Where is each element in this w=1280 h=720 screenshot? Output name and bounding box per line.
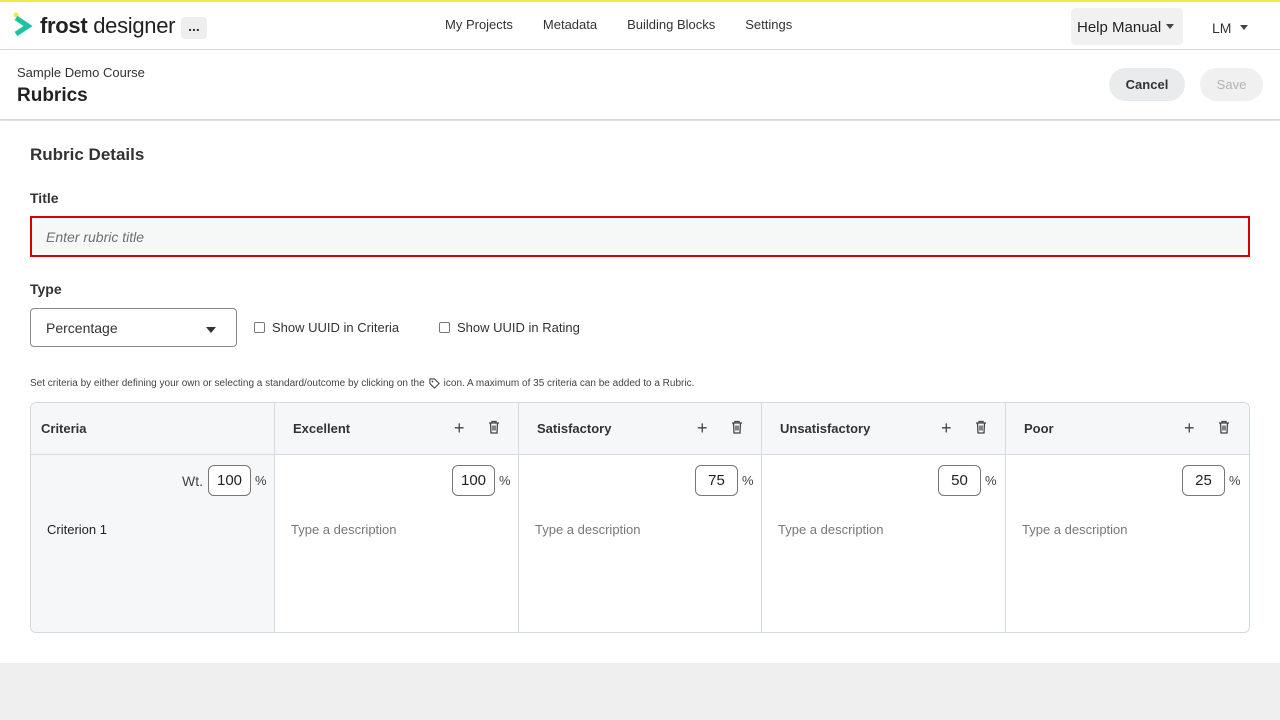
level-column-satisfactory: Satisfactory + 75 % Type a description	[519, 403, 762, 632]
rubric-grid: Criteria Wt. 100 % Criterion 1 Excellent…	[30, 402, 1250, 633]
section-title: Rubric Details	[30, 145, 145, 164]
hint-text-after: icon. A maximum of 35 criteria can be ad…	[443, 378, 695, 389]
user-menu[interactable]: LM	[1212, 20, 1249, 36]
title-label: Title	[30, 190, 59, 206]
level-percent-input[interactable]: 50	[938, 465, 981, 496]
level-description[interactable]: Type a description	[778, 522, 884, 537]
nav-my-projects[interactable]: My Projects	[445, 17, 513, 32]
nav-settings[interactable]: Settings	[745, 17, 792, 32]
more-menu-button[interactable]: ...	[181, 17, 207, 39]
help-manual-dropdown[interactable]: Help Manual	[1071, 8, 1183, 45]
save-button[interactable]: Save	[1200, 68, 1263, 101]
level-header: Poor +	[1006, 403, 1249, 455]
show-uuid-criteria-checkbox[interactable]: Show UUID in Criteria	[254, 320, 399, 335]
tag-icon	[429, 378, 440, 389]
percent-sign: %	[1229, 473, 1241, 488]
level-name[interactable]: Satisfactory	[537, 421, 611, 436]
chevron-down-icon	[1166, 24, 1175, 30]
top-navbar: frost designer ... My Projects Metadata …	[0, 0, 1280, 50]
level-column-excellent: Excellent + 100 % Type a description	[275, 403, 519, 632]
rubric-form: Rubric Details Title Type Percentage Sho…	[0, 121, 1280, 663]
level-cell: 100 % Type a description	[275, 455, 518, 632]
main-nav: My Projects Metadata Building Blocks Set…	[445, 17, 822, 32]
percent-sign: %	[255, 473, 267, 488]
criterion-cell: Wt. 100 % Criterion 1	[31, 455, 274, 632]
frost-designer-logo[interactable]: frost designer	[12, 10, 176, 42]
checkbox-box[interactable]	[439, 322, 450, 333]
level-percent-input[interactable]: 25	[1182, 465, 1225, 496]
add-level-icon[interactable]: +	[941, 419, 952, 437]
level-description[interactable]: Type a description	[291, 522, 397, 537]
trash-icon[interactable]	[1218, 420, 1230, 434]
level-header: Excellent +	[275, 403, 518, 455]
level-cell: 25 % Type a description	[1006, 455, 1249, 632]
criteria-column: Criteria Wt. 100 % Criterion 1	[31, 403, 275, 632]
criterion-name[interactable]: Criterion 1	[47, 522, 107, 537]
criteria-hint: Set criteria by either defining your own…	[30, 378, 694, 389]
nav-metadata[interactable]: Metadata	[543, 17, 597, 32]
add-level-icon[interactable]: +	[697, 419, 708, 437]
caret-down-icon	[206, 327, 216, 333]
cancel-button[interactable]: Cancel	[1109, 68, 1185, 101]
level-cell: 75 % Type a description	[519, 455, 761, 632]
type-select[interactable]: Percentage	[30, 308, 237, 347]
level-description[interactable]: Type a description	[535, 522, 641, 537]
help-manual-label: Help Manual	[1077, 19, 1162, 36]
percent-sign: %	[742, 473, 754, 488]
logo-text-light: designer	[87, 13, 176, 38]
show-uuid-rating-label: Show UUID in Rating	[457, 320, 580, 335]
breadcrumb-course: Sample Demo Course	[17, 65, 145, 80]
level-cell: 50 % Type a description	[762, 455, 1005, 632]
show-uuid-criteria-label: Show UUID in Criteria	[272, 320, 400, 335]
show-uuid-rating-checkbox[interactable]: Show UUID in Rating	[439, 320, 580, 335]
level-column-unsatisfactory: Unsatisfactory + 50 % Type a description	[762, 403, 1006, 632]
frost-logo-icon	[13, 12, 33, 37]
trash-icon[interactable]	[975, 420, 987, 434]
criteria-header-label: Criteria	[41, 421, 87, 436]
level-percent-input[interactable]: 100	[452, 465, 495, 496]
page-header: Sample Demo Course Rubrics Cancel Save	[0, 50, 1280, 120]
level-percent-input[interactable]: 75	[695, 465, 738, 496]
rubric-title-input[interactable]	[30, 216, 1250, 257]
type-select-value: Percentage	[46, 320, 118, 336]
level-name[interactable]: Unsatisfactory	[780, 421, 870, 436]
trash-icon[interactable]	[731, 420, 743, 434]
level-name[interactable]: Poor	[1024, 421, 1054, 436]
chevron-down-icon	[1240, 25, 1249, 31]
hint-text-before: Set criteria by either defining your own…	[30, 378, 425, 389]
trash-icon[interactable]	[488, 420, 500, 434]
criteria-header: Criteria	[31, 403, 274, 455]
add-level-icon[interactable]: +	[1184, 419, 1195, 437]
level-header: Satisfactory +	[519, 403, 761, 455]
nav-building-blocks[interactable]: Building Blocks	[627, 17, 715, 32]
level-description[interactable]: Type a description	[1022, 522, 1128, 537]
type-label: Type	[30, 281, 62, 297]
page-title: Rubrics	[17, 85, 88, 106]
add-level-icon[interactable]: +	[454, 419, 465, 437]
level-header: Unsatisfactory +	[762, 403, 1005, 455]
level-column-poor: Poor + 25 % Type a description	[1006, 403, 1249, 632]
weight-label: Wt.	[182, 473, 203, 489]
logo-text-bold: frost	[40, 13, 88, 38]
checkbox-box[interactable]	[254, 322, 265, 333]
percent-sign: %	[499, 473, 511, 488]
percent-sign: %	[985, 473, 997, 488]
user-initials: LM	[1212, 20, 1232, 36]
criterion-weight-input[interactable]: 100	[208, 465, 251, 496]
level-name[interactable]: Excellent	[293, 421, 350, 436]
